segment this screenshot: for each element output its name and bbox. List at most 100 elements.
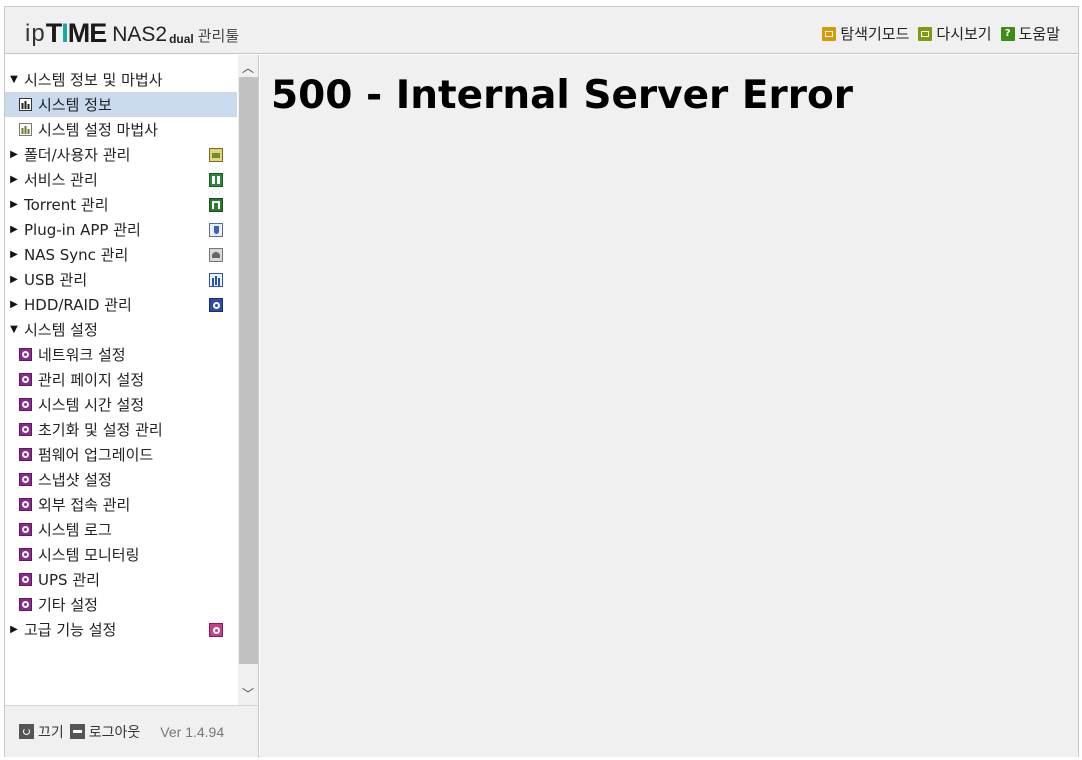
gear-icon (19, 348, 32, 361)
collapsed-arrow-icon: ▶ (10, 149, 18, 160)
menu-nas-sync[interactable]: ▶ NAS Sync 관리 (5, 242, 237, 267)
gear-icon (19, 473, 32, 486)
collapsed-arrow-icon: ▶ (10, 624, 18, 635)
menu-label: Torrent 관리 (24, 196, 109, 214)
logo-t: T (45, 18, 62, 48)
logout-button[interactable]: 로그아웃 (69, 722, 141, 742)
menu-system-time-settings[interactable]: 시스템 시간 설정 (5, 392, 237, 417)
menu-ups[interactable]: UPS 관리 (5, 567, 237, 592)
menu-system-info-wizard[interactable]: ▼ 시스템 정보 및 마법사 (5, 67, 237, 92)
menu-tree: ▼ 시스템 정보 및 마법사 시스템 정보 시스템 설정 마법사 ▶ 폴더/사용… (5, 67, 237, 642)
menu-label: 외부 접속 관리 (38, 496, 131, 514)
menu-label: 시스템 로그 (38, 521, 112, 539)
menu-label: 시스템 시간 설정 (38, 396, 145, 414)
gear-icon (19, 598, 32, 611)
expanded-arrow-icon: ▼ (10, 74, 18, 85)
collapsed-arrow-icon: ▶ (10, 274, 18, 285)
menu-system-settings[interactable]: ▼ 시스템 설정 (5, 317, 237, 342)
menu-system-setup-wizard[interactable]: 시스템 설정 마법사 (5, 117, 237, 142)
menu-other-settings[interactable]: 기타 설정 (5, 592, 237, 617)
iptime-logo: ip TIME NAS2 dual 관리툴 (25, 16, 240, 48)
help-link[interactable]: ? 도움말 (1000, 23, 1060, 44)
menu-label: 네트워크 설정 (38, 346, 126, 364)
explorer-mode-link[interactable]: 탐색기모드 (822, 23, 909, 44)
gear-icon (19, 373, 32, 386)
header-bar: ip TIME NAS2 dual 관리툴 탐색기모드 다시보기 ? 도움말 (5, 7, 1078, 54)
menu-label: 시스템 설정 마법사 (38, 121, 158, 139)
menu-label: HDD/RAID 관리 (24, 296, 132, 314)
menu-advanced-settings[interactable]: ▶ 고급 기능 설정 (5, 617, 237, 642)
menu-label: 시스템 모니터링 (38, 546, 140, 564)
menu-torrent[interactable]: ▶ Torrent 관리 (5, 192, 237, 217)
menu-label: 펌웨어 업그레이드 (38, 446, 154, 464)
menu-system-monitoring[interactable]: 시스템 모니터링 (5, 542, 237, 567)
menu-label: 시스템 정보 (38, 96, 112, 114)
menu-hdd-raid[interactable]: ▶ HDD/RAID 관리 (5, 292, 237, 317)
expanded-arrow-icon: ▼ (10, 324, 18, 335)
logo-model: NAS2 (112, 23, 168, 46)
collapsed-arrow-icon: ▶ (10, 174, 18, 185)
menu-label: 시스템 정보 및 마법사 (24, 71, 163, 89)
explorer-mode-icon (822, 26, 837, 41)
usb-icon (209, 273, 223, 287)
menu-firmware-upgrade[interactable]: 펌웨어 업그레이드 (5, 442, 237, 467)
collapsed-arrow-icon: ▶ (10, 199, 18, 210)
menu-folder-user[interactable]: ▶ 폴더/사용자 관리 (5, 142, 237, 167)
cloud-sync-icon (209, 248, 223, 262)
menu-network-settings[interactable]: 네트워크 설정 (5, 342, 237, 367)
collapsed-arrow-icon: ▶ (10, 249, 18, 260)
menu-plugin-app[interactable]: ▶ Plug-in APP 관리 (5, 217, 237, 242)
menu-snapshot-settings[interactable]: 스냅샷 설정 (5, 467, 237, 492)
sidebar: ▼ 시스템 정보 및 마법사 시스템 정보 시스템 설정 마법사 ▶ 폴더/사용… (5, 55, 259, 757)
folder-icon (209, 148, 223, 162)
reload-label: 다시보기 (936, 25, 992, 43)
help-label: 도움말 (1018, 25, 1060, 43)
logo-me: ME (67, 18, 107, 48)
service-icon (209, 173, 223, 187)
logo-tool-label: 관리툴 (197, 27, 240, 45)
header-links: 탐색기모드 다시보기 ? 도움말 (822, 23, 1060, 44)
disk-icon (209, 298, 223, 312)
scrollbar-thumb[interactable] (239, 77, 258, 664)
menu-label: UPS 관리 (38, 571, 100, 589)
logout-label: 로그아웃 (88, 724, 141, 741)
menu-external-access[interactable]: 외부 접속 관리 (5, 492, 237, 517)
menu-label: 기타 설정 (38, 596, 98, 614)
logo-time: TIME (45, 18, 108, 48)
power-off-label: 끄기 (38, 724, 64, 741)
power-off-button[interactable]: 끄기 (19, 722, 64, 742)
advanced-gear-icon (209, 623, 223, 637)
collapsed-arrow-icon: ▶ (10, 299, 18, 310)
menu-usb[interactable]: ▶ USB 관리 (5, 267, 237, 292)
reload-link[interactable]: 다시보기 (918, 23, 992, 44)
menu-label: 관리 페이지 설정 (38, 371, 145, 389)
gear-icon (19, 498, 32, 511)
gear-icon (19, 423, 32, 436)
scroll-down-icon[interactable]: ﹀ (238, 683, 258, 703)
menu-service[interactable]: ▶ 서비스 관리 (5, 167, 237, 192)
gear-icon (19, 573, 32, 586)
version-label: Ver 1.4.94 (160, 723, 225, 740)
reload-icon (918, 26, 933, 41)
error-title: 500 - Internal Server Error (271, 73, 853, 118)
menu-label: Plug-in APP 관리 (24, 221, 141, 239)
logo-ip: ip (25, 20, 46, 47)
menu-label: 폴더/사용자 관리 (24, 146, 131, 164)
gear-icon (19, 523, 32, 536)
gear-icon (19, 448, 32, 461)
scroll-up-icon[interactable]: ︿ (238, 57, 258, 77)
menu-reset-config[interactable]: 초기화 및 설정 관리 (5, 417, 237, 442)
sidebar-footer: 끄기 로그아웃 Ver 1.4.94 (5, 705, 258, 757)
chart-icon (19, 123, 32, 136)
menu-label: 서비스 관리 (24, 171, 98, 189)
menu-system-info[interactable]: 시스템 정보 (5, 92, 237, 117)
sidebar-scrollbar[interactable]: ︿ ﹀ (238, 55, 258, 705)
menu-label: 초기화 및 설정 관리 (38, 421, 163, 439)
torrent-icon (209, 198, 223, 212)
menu-system-log[interactable]: 시스템 로그 (5, 517, 237, 542)
power-icon (19, 724, 34, 739)
menu-admin-page-settings[interactable]: 관리 페이지 설정 (5, 367, 237, 392)
gear-icon (19, 398, 32, 411)
menu-label: 스냅샷 설정 (38, 471, 112, 489)
gear-icon (19, 548, 32, 561)
